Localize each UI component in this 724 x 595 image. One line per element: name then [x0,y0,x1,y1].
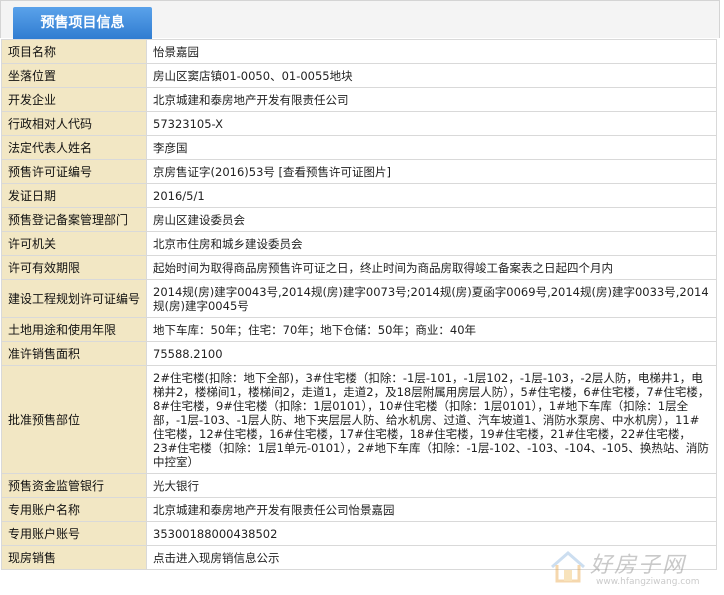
table-row: 预售登记备案管理部门 房山区建设委员会 [0,207,717,232]
row-value: 北京城建和泰房地产开发有限责任公司怡景嘉园 [146,497,717,522]
row-label: 发证日期 [0,183,148,208]
row-label: 现房销售 [0,545,148,570]
watermark-text: 好房子网 [590,553,687,578]
row-value: 2#住宅楼(扣除：地下全部)，3#住宅楼（扣除：-1层-101，-1层102，-… [146,365,717,474]
row-value: 房山区窦店镇01-0050、01-0055地块 [146,63,717,88]
table-row: 许可机关 北京市住房和城乡建设委员会 [0,231,717,256]
row-label: 预售许可证编号 [0,159,148,184]
row-label: 建设工程规划许可证编号 [0,279,148,318]
row-value: 北京城建和泰房地产开发有限责任公司 [146,87,717,112]
row-label: 预售登记备案管理部门 [0,207,148,232]
row-value: 房山区建设委员会 [146,207,717,232]
table-row: 批准预售部位 2#住宅楼(扣除：地下全部)，3#住宅楼（扣除：-1层-101，-… [0,365,717,474]
table-row: 发证日期 2016/5/1 [0,183,717,208]
table-row: 预售许可证编号 京房售证字(2016)53号 [查看预售许可证图片] [0,159,717,184]
row-label: 预售资金监管银行 [0,473,148,498]
table-row: 行政相对人代码 57323105-X [0,111,717,136]
table-row: 法定代表人姓名 李彦国 [0,135,717,160]
site-watermark: 好房子网 www.hfangziwang.com [548,545,718,591]
row-label: 专用账户账号 [0,521,148,546]
table-row: 土地用途和使用年限 地下车库：50年；住宅：70年；地下仓储：50年；商业：40… [0,317,717,342]
table-row: 预售资金监管银行 光大银行 [0,473,717,498]
table-row: 专用账户名称 北京城建和泰房地产开发有限责任公司怡景嘉园 [0,497,717,522]
section-tab-bar: 预售项目信息 [0,0,720,40]
table-row: 开发企业 北京城建和泰房地产开发有限责任公司 [0,87,717,112]
row-label: 许可机关 [0,231,148,256]
row-label: 行政相对人代码 [0,111,148,136]
row-value: 35300188000438502 [146,521,717,546]
row-label: 土地用途和使用年限 [0,317,148,342]
tab-presale-project-info[interactable]: 预售项目信息 [13,7,152,40]
row-value: 李彦国 [146,135,717,160]
row-value: 75588.2100 [146,341,717,366]
row-label: 准许销售面积 [0,341,148,366]
row-label: 批准预售部位 [0,365,148,474]
view-permit-image-link[interactable]: [查看预售许可证图片] [279,165,391,179]
permit-number: 京房售证字(2016)53号 [153,164,275,179]
table-row: 坐落位置 房山区窦店镇01-0050、01-0055地块 [0,63,717,88]
row-label: 专用账户名称 [0,497,148,522]
row-value: 地下车库：50年；住宅：70年；地下仓储：50年；商业：40年 [146,317,717,342]
watermark-url: www.hfangziwang.com [596,577,700,587]
row-label: 项目名称 [0,39,148,64]
table-row: 建设工程规划许可证编号 2014规(房)建字0043号,2014规(房)建字00… [0,279,717,318]
row-label: 许可有效期限 [0,255,148,280]
row-value: 起始时间为取得商品房预售许可证之日，终止时间为商品房取得竣工备案表之日起四个月内 [146,255,717,280]
row-value: 北京市住房和城乡建设委员会 [146,231,717,256]
project-info-table: 项目名称 怡景嘉园 坐落位置 房山区窦店镇01-0050、01-0055地块 开… [0,39,717,570]
row-value: 2016/5/1 [146,183,717,208]
row-label: 法定代表人姓名 [0,135,148,160]
row-value: 2014规(房)建字0043号,2014规(房)建字0073号;2014规(房)… [146,279,717,318]
table-row: 项目名称 怡景嘉园 [0,39,717,64]
row-label: 坐落位置 [0,63,148,88]
row-value-permit: 京房售证字(2016)53号 [查看预售许可证图片] [146,159,717,184]
table-row: 准许销售面积 75588.2100 [0,341,717,366]
table-row: 专用账户账号 35300188000438502 [0,521,717,546]
existing-house-sales-link[interactable]: 点击进入现房销信息公示 [153,551,280,565]
row-value: 怡景嘉园 [146,39,717,64]
row-value: 光大银行 [146,473,717,498]
house-logo-icon [551,551,585,583]
row-value: 57323105-X [146,111,717,136]
row-label: 开发企业 [0,87,148,112]
table-row: 许可有效期限 起始时间为取得商品房预售许可证之日，终止时间为商品房取得竣工备案表… [0,255,717,280]
